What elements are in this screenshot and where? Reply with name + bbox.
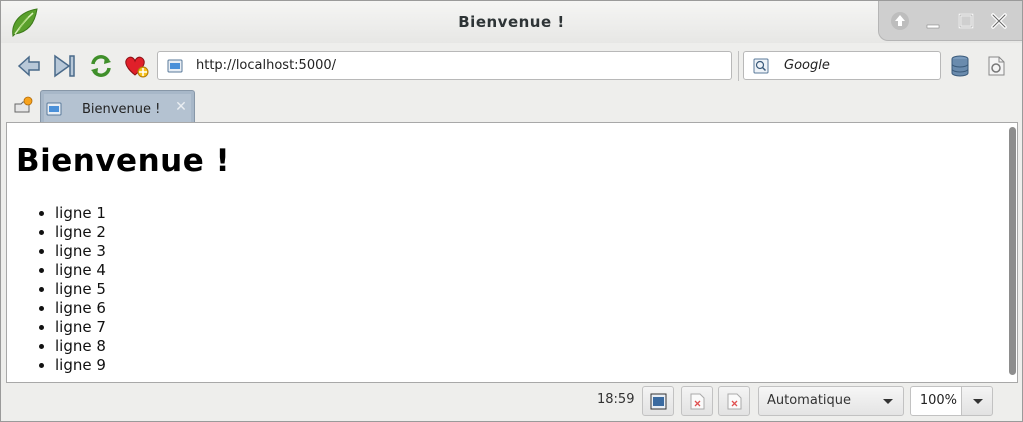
status-bar: 18:59 Automatique 100%	[1, 383, 1022, 421]
page-favicon-icon	[167, 59, 183, 73]
clock: 18:59	[597, 392, 635, 407]
zoom-dropdown-button[interactable]	[961, 386, 993, 416]
scrollbar-thumb[interactable]	[1009, 127, 1016, 375]
minimize-icon[interactable]	[923, 11, 943, 31]
address-bar[interactable]: http://localhost:5000/	[157, 51, 732, 80]
list-item: ligne 9	[55, 356, 106, 375]
database-icon[interactable]	[948, 54, 972, 78]
close-icon[interactable]	[989, 11, 1009, 31]
window-controls	[878, 1, 1022, 41]
search-bar[interactable]: Google	[743, 51, 941, 80]
list-item: ligne 3	[55, 242, 106, 261]
list-item: ligne 5	[55, 280, 106, 299]
encoding-value: Automatique	[767, 393, 852, 408]
list-item: ligne 4	[55, 261, 106, 280]
search-icon[interactable]	[753, 58, 769, 74]
list-item: ligne 1	[55, 204, 106, 223]
page-list: ligne 1 ligne 2 ligne 3 ligne 4 ligne 5 …	[55, 204, 106, 375]
view-source-button[interactable]	[642, 386, 674, 416]
zoom-value[interactable]: 100%	[920, 393, 957, 408]
chevron-down-icon	[883, 399, 893, 404]
tab-active[interactable]: Bienvenue ! ✕	[40, 90, 195, 122]
vertical-scrollbar[interactable]	[1008, 125, 1016, 380]
list-item: ligne 8	[55, 337, 106, 356]
chevron-down-icon	[973, 399, 983, 404]
search-engine-label[interactable]: Google	[784, 58, 830, 73]
skip-forward-icon[interactable]	[52, 53, 78, 79]
heart-bookmark-icon[interactable]	[123, 53, 149, 79]
arrow-up-icon[interactable]	[890, 11, 910, 31]
tab-close-icon[interactable]: ✕	[174, 100, 188, 114]
list-item: ligne 7	[55, 318, 106, 337]
tab-body: Bienvenue ! ✕	[44, 94, 191, 122]
maximize-icon[interactable]	[956, 11, 976, 31]
window-icon	[650, 393, 667, 410]
list-item: ligne 6	[55, 299, 106, 318]
script-off-icon	[727, 393, 742, 410]
title-bar: Bienvenue !	[1, 1, 1022, 43]
url-text[interactable]: http://localhost:5000/	[196, 58, 336, 73]
web-content: Bienvenue ! ligne 1 ligne 2 ligne 3 lign…	[6, 122, 1018, 383]
tab-label: Bienvenue !	[82, 102, 161, 117]
new-tab-icon[interactable]	[13, 96, 33, 116]
image-off-icon	[690, 393, 705, 410]
reload-icon[interactable]	[88, 53, 114, 79]
zoom-input[interactable]: 100%	[910, 386, 962, 416]
disable-images-button[interactable]	[681, 386, 713, 416]
encoding-select[interactable]: Automatique	[758, 386, 904, 416]
tab-favicon-icon	[46, 102, 62, 116]
page-tools-icon[interactable]	[984, 54, 1008, 78]
browser-window: Bienvenue ! http://localhost:5000/ Googl…	[0, 0, 1023, 422]
page-heading: Bienvenue !	[16, 143, 231, 179]
disable-scripts-button[interactable]	[718, 386, 750, 416]
back-arrow-icon[interactable]	[16, 53, 42, 79]
list-item: ligne 2	[55, 223, 106, 242]
tab-bar: Bienvenue ! ✕	[1, 88, 1022, 122]
toolbar-separator	[738, 51, 739, 81]
window-title: Bienvenue !	[458, 13, 565, 31]
